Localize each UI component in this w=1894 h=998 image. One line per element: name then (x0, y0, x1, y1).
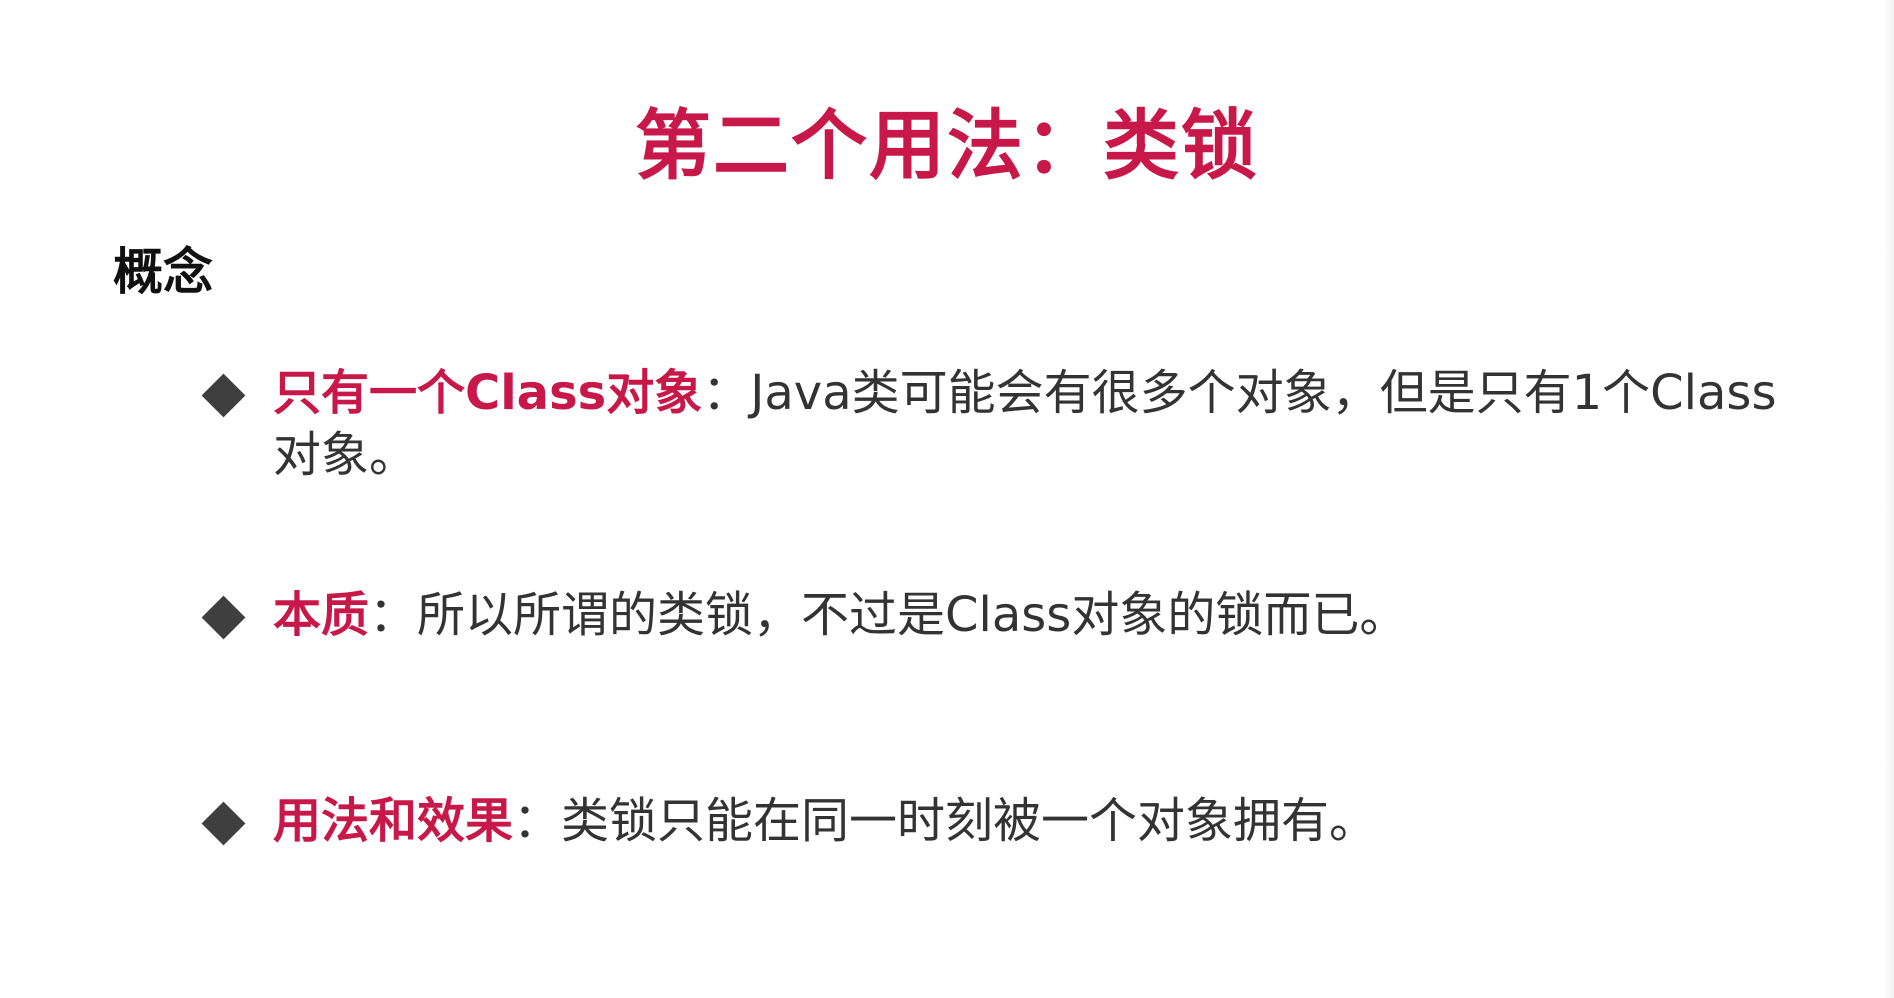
bullet-item-class-object: 只有一个Class对象：Java类可能会有很多个对象，但是只有1个Class对象… (200, 362, 1820, 486)
bullet-separator: ： (513, 793, 562, 849)
section-heading: 概念 (113, 243, 213, 301)
bullet-key: 只有一个Class对象 (273, 365, 703, 421)
bullet-separator: ： (702, 365, 751, 421)
slide: 第二个用法：类锁 概念 只有一个Class对象：Java类可能会有很多个对象，但… (0, 0, 1894, 998)
bullet-item-usage-effect: 用法和效果：类锁只能在同一时刻被一个对象拥有。 (200, 790, 1820, 852)
diamond-bullet-icon (201, 801, 246, 846)
diamond-bullet-icon (201, 373, 246, 418)
bullet-text: 只有一个Class对象：Java类可能会有很多个对象，但是只有1个Class对象… (273, 362, 1820, 486)
bullet-key: 本质 (273, 587, 370, 643)
slide-title: 第二个用法：类锁 (635, 101, 1259, 190)
bullet-text: 用法和效果：类锁只能在同一时刻被一个对象拥有。 (273, 790, 1820, 852)
bullet-text: 本质：所以所谓的类锁，不过是Class对象的锁而已。 (273, 584, 1820, 646)
bullet-item-essence: 本质：所以所谓的类锁，不过是Class对象的锁而已。 (200, 584, 1820, 646)
bullet-separator: ： (369, 587, 418, 643)
bullet-description: 所以所谓的类锁，不过是Class对象的锁而已。 (417, 587, 1408, 643)
diamond-bullet-icon (201, 595, 246, 640)
bullet-key: 用法和效果 (273, 793, 514, 849)
bullet-description: 类锁只能在同一时刻被一个对象拥有。 (561, 793, 1378, 849)
